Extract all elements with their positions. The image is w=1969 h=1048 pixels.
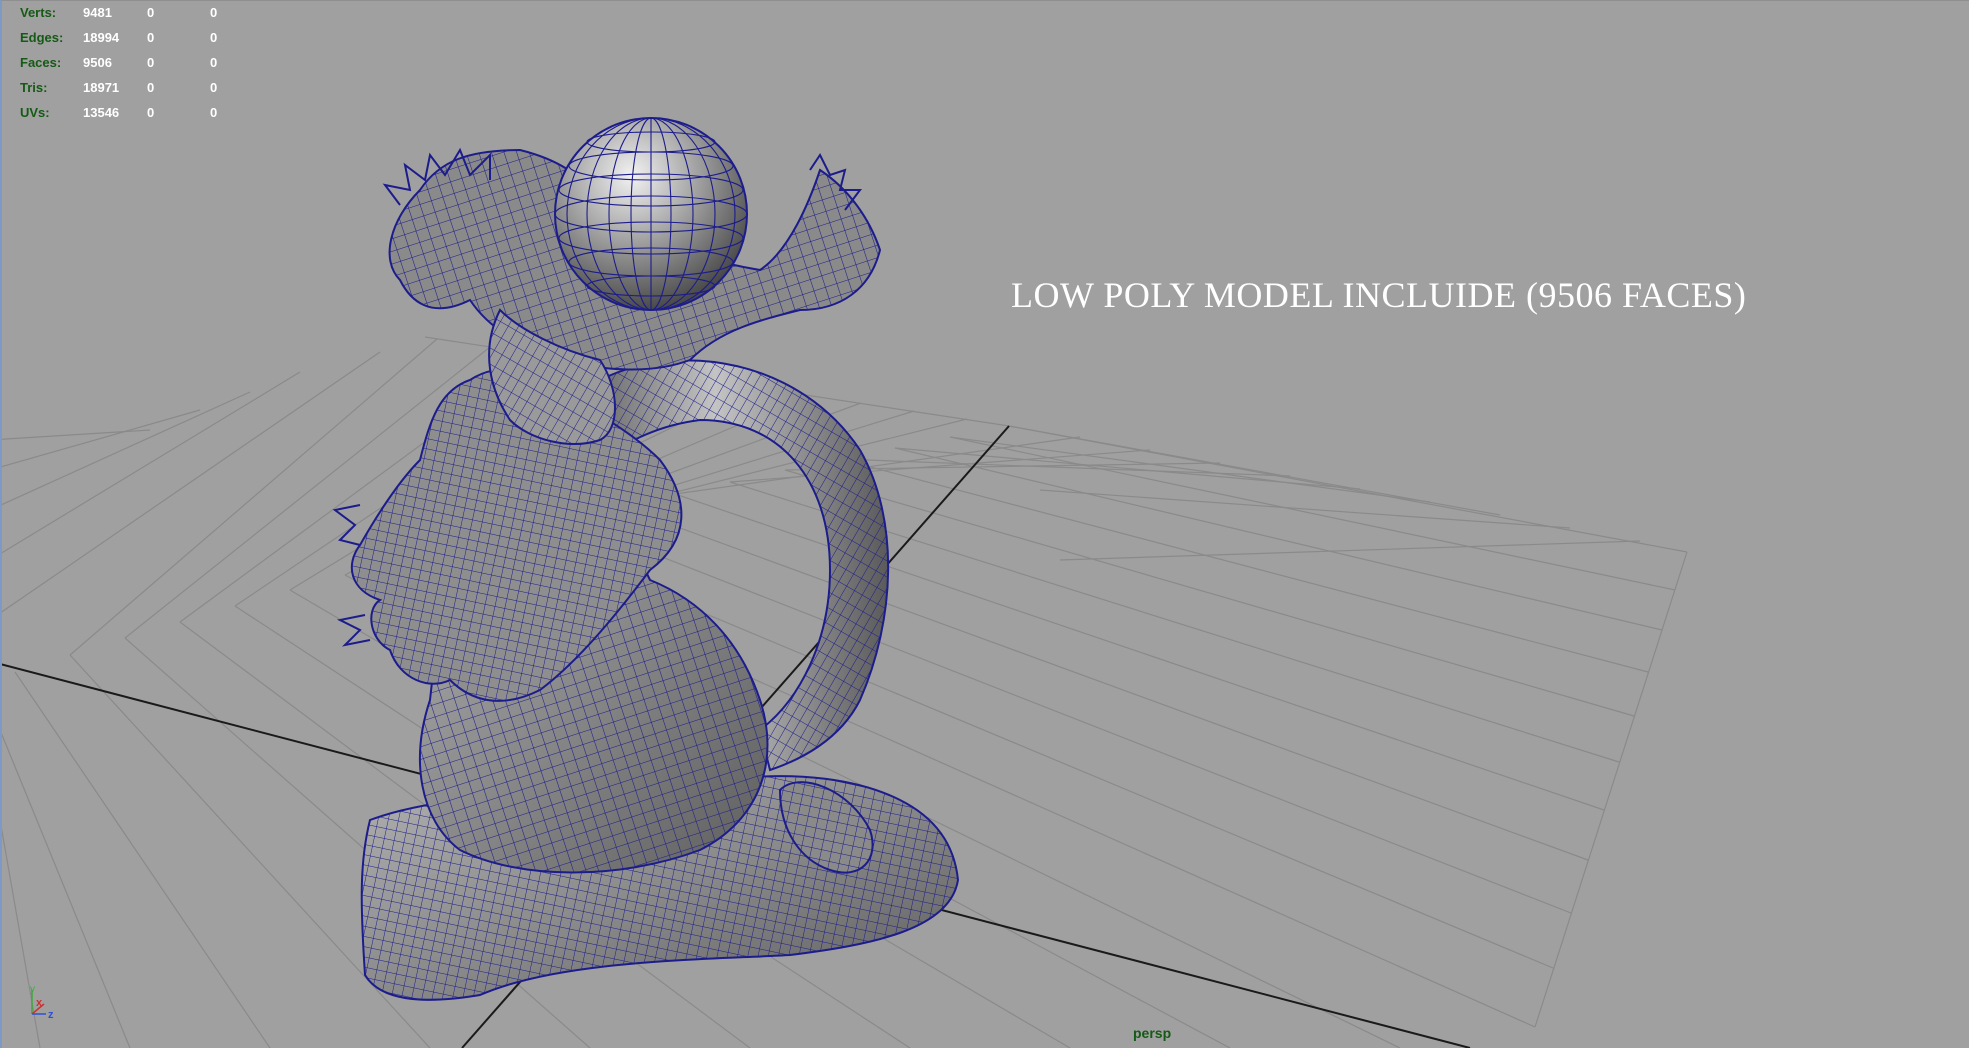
hud-other: 0 [210, 80, 218, 95]
hud-row-edges: Edges: 18994 0 0 [20, 25, 274, 50]
hud-total: 9481 [83, 5, 112, 20]
hud-selected: 0 [147, 55, 155, 70]
hud-label: Edges: [20, 30, 64, 45]
hud-total: 18971 [83, 80, 120, 95]
overlay-caption: LOW POLY MODEL INCLUIDE (9506 FACES) [1011, 275, 1747, 315]
hud-label: UVs: [20, 105, 50, 120]
axis-y-label: y [30, 984, 35, 995]
hud-label: Verts: [20, 5, 57, 20]
hud-total: 9506 [83, 55, 112, 70]
hud-row-verts: Verts: 9481 0 0 [20, 0, 274, 25]
hud-row-uvs: UVs: 13546 0 0 [20, 100, 274, 125]
viewport-scene[interactable] [0, 0, 1969, 1048]
hud-other: 0 [210, 30, 218, 45]
hud-label: Faces: [20, 55, 62, 70]
axis-x-label: x [36, 997, 43, 1009]
poly-count-hud: Verts: 9481 0 0 Edges: 18994 0 0 Faces: … [20, 0, 274, 125]
hud-other: 0 [210, 105, 218, 120]
hud-other: 0 [210, 5, 218, 20]
hud-other: 0 [210, 55, 218, 70]
hud-selected: 0 [147, 5, 155, 20]
maya-viewport[interactable]: Verts: 9481 0 0 Edges: 18994 0 0 Faces: … [0, 0, 1969, 1048]
hud-selected: 0 [147, 30, 155, 45]
hud-row-faces: Faces: 9506 0 0 [20, 50, 274, 75]
hud-total: 13546 [83, 105, 120, 120]
dragon-sculpture-model[interactable] [332, 117, 960, 1001]
camera-name-label: persp [1133, 1025, 1172, 1041]
hud-selected: 0 [147, 80, 155, 95]
hud-row-tris: Tris: 18971 0 0 [20, 75, 274, 100]
view-axis-icon: y x z [30, 984, 54, 1021]
axis-z-label: z [48, 1009, 54, 1021]
hud-selected: 0 [147, 105, 155, 120]
hud-total: 18994 [83, 30, 120, 45]
hud-label: Tris: [20, 80, 48, 95]
